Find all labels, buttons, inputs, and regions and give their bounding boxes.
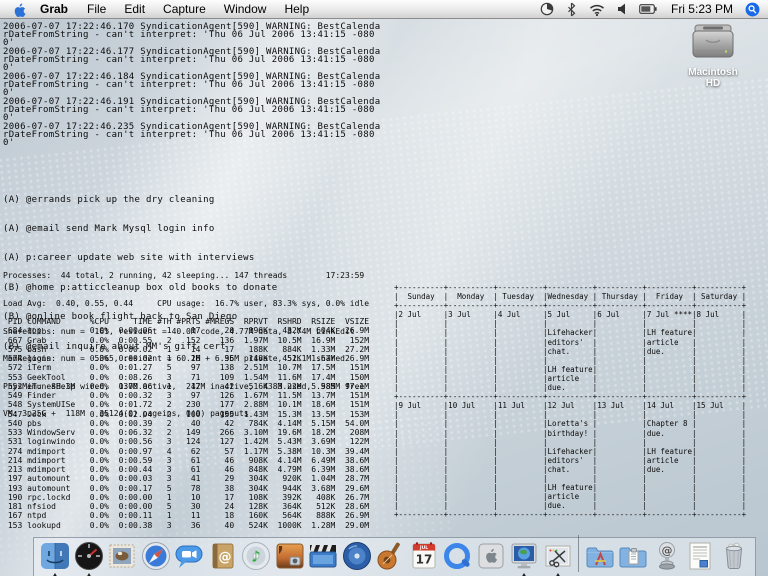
dock: @ ♪ xyxy=(33,537,756,576)
svg-text:@: @ xyxy=(218,550,231,565)
system-preferences-icon xyxy=(475,540,507,572)
dock-item-dashboard[interactable] xyxy=(73,540,105,572)
dock-item-system-preferences[interactable] xyxy=(475,540,507,572)
todo-item: (A) @email send Mark Mysql login info xyxy=(3,225,278,235)
menu-window[interactable]: Window xyxy=(215,2,276,16)
dock-item-documents-folder[interactable] xyxy=(617,540,649,572)
applications-folder-icon xyxy=(584,540,616,572)
dock-item-trash[interactable] xyxy=(718,540,750,572)
menu-bar: Grab File Edit Capture Window Help xyxy=(0,0,768,19)
log-entry: 2006-07-07 17:22:46.191 SyndicationAgent… xyxy=(3,98,384,122)
bluetooth-icon xyxy=(566,2,577,17)
ical-calendar-icon: JUL 17 xyxy=(408,540,440,572)
dock-item-safari[interactable] xyxy=(140,540,172,572)
wifi-icon xyxy=(589,3,605,16)
todo-item: (A) @errands pick up the dry cleaning xyxy=(3,196,278,206)
dock-item-grab[interactable] xyxy=(542,540,574,572)
geeklet-system-log: 2006-07-07 17:22:46.170 SyndicationAgent… xyxy=(3,23,384,148)
dashboard-gauge-icon xyxy=(73,540,105,572)
menu-clock[interactable]: Fri 5:23 PM xyxy=(663,2,741,16)
grab-scissors-icon xyxy=(542,540,574,572)
dock-item-applications-folder[interactable] xyxy=(584,540,616,572)
log-entry: 2006-07-07 17:22:46.235 SyndicationAgent… xyxy=(3,123,384,147)
address-book-icon: @ xyxy=(207,540,239,572)
svg-text:JUL: JUL xyxy=(419,545,428,551)
dock-item-ichat[interactable] xyxy=(173,540,205,572)
menu-edit[interactable]: Edit xyxy=(115,2,154,16)
clock-icon xyxy=(540,2,554,16)
garageband-guitar-icon xyxy=(374,540,406,572)
log-entry: 2006-07-07 17:22:46.170 SyndicationAgent… xyxy=(3,23,384,47)
dock-divider xyxy=(578,535,579,572)
iphoto-icon xyxy=(274,540,306,572)
quicktime-q-icon xyxy=(441,540,473,572)
finder-icon xyxy=(39,540,71,572)
menu-extra-wifi[interactable] xyxy=(583,3,611,16)
dock-item-at-stamp[interactable]: @ xyxy=(651,540,683,572)
idvd-disc-icon xyxy=(341,540,373,572)
geeklet-ascii-calendar: +----------+----------+----------+------… xyxy=(394,283,746,519)
trash-full-icon xyxy=(718,540,750,572)
stats-line: Load Avg: 0.40, 0.55, 0.44 CPU usage: 16… xyxy=(3,299,369,308)
menu-extra-battery[interactable] xyxy=(633,3,663,15)
mail-stamp-icon xyxy=(106,540,138,572)
itunes-cd-icon: ♪ xyxy=(240,540,272,572)
svg-text:♪: ♪ xyxy=(251,548,261,566)
dock-item-ical[interactable]: JUL 17 xyxy=(408,540,440,572)
svg-text:17: 17 xyxy=(415,553,432,567)
stats-line: Processes: 44 total, 2 running, 42 sleep… xyxy=(3,271,369,280)
desktop-icon-macintosh-hd[interactable]: Macintosh HD xyxy=(680,24,746,89)
menu-capture[interactable]: Capture xyxy=(154,2,215,16)
document-icon xyxy=(684,540,716,572)
dock-item-iphoto[interactable] xyxy=(274,540,306,572)
dock-item-idvd[interactable] xyxy=(341,540,373,572)
geeklet-process-table: PID COMMAND %CPU TIME #TH #PRTS #MREGS R… xyxy=(3,317,369,530)
ichat-bubble-icon xyxy=(173,540,205,572)
dock-item-document[interactable] xyxy=(684,540,716,572)
menu-extra-clock[interactable] xyxy=(534,2,560,16)
log-entry: 2006-07-07 17:22:46.184 SyndicationAgent… xyxy=(3,73,384,97)
hd-label: Macintosh HD xyxy=(680,67,746,89)
safari-compass-icon xyxy=(140,540,172,572)
dock-item-garageband[interactable] xyxy=(374,540,406,572)
menu-extra-bluetooth[interactable] xyxy=(560,2,583,17)
dock-item-itunes[interactable]: ♪ xyxy=(240,540,272,572)
imovie-clapperboard-icon xyxy=(307,540,339,572)
apple-menu[interactable] xyxy=(12,1,26,17)
menu-help[interactable]: Help xyxy=(275,2,318,16)
spotlight-button[interactable] xyxy=(745,2,760,17)
menu-app-name[interactable]: Grab xyxy=(34,2,78,16)
spotlight-icon xyxy=(745,2,760,17)
dock-item-address-book[interactable]: @ xyxy=(207,540,239,572)
dock-item-mail[interactable] xyxy=(106,540,138,572)
dock-item-quicktime[interactable] xyxy=(441,540,473,572)
menu-extra-volume[interactable] xyxy=(611,3,633,15)
dock-item-imovie[interactable] xyxy=(307,540,339,572)
dock-item-geektool[interactable] xyxy=(508,540,540,572)
log-entry: 2006-07-07 17:22:46.177 SyndicationAgent… xyxy=(3,48,384,72)
monitor-globe-icon xyxy=(508,540,540,572)
hard-drive-icon xyxy=(688,24,738,60)
svg-text:@: @ xyxy=(661,544,672,557)
apple-icon xyxy=(12,1,26,17)
battery-icon xyxy=(639,3,657,15)
dock-item-finder[interactable] xyxy=(39,540,71,572)
volume-icon xyxy=(617,3,627,15)
menu-file[interactable]: File xyxy=(78,2,115,16)
documents-folder-icon xyxy=(617,540,649,572)
at-stamp-icon: @ xyxy=(651,540,683,572)
